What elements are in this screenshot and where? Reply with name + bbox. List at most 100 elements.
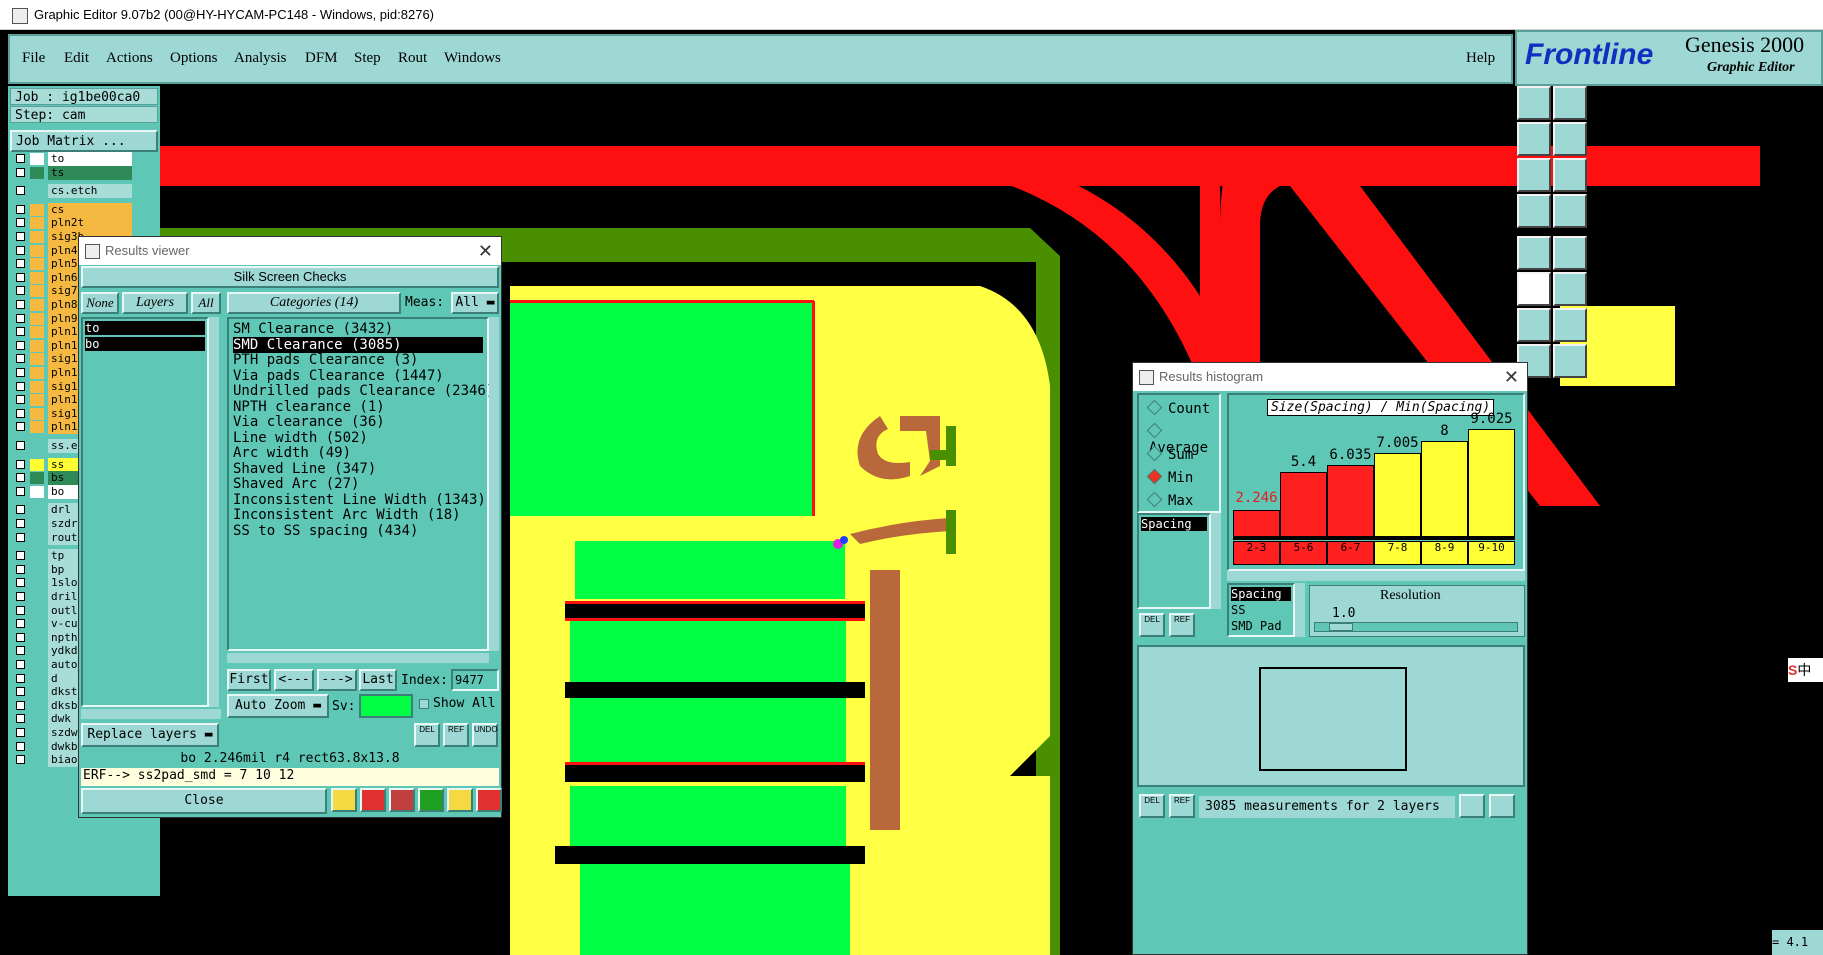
footer-ref-button[interactable]: REF (1169, 794, 1195, 818)
radio-count[interactable]: Count (1146, 399, 1210, 417)
menu-actions[interactable]: Actions (106, 50, 153, 67)
meas-dropdown[interactable]: All ▬ (451, 292, 499, 314)
measure-item-spacing[interactable]: Spacing (1141, 517, 1207, 531)
toolbar-icon-5[interactable] (447, 788, 473, 812)
tool-select-icon[interactable] (1517, 86, 1551, 120)
layer-checkbox[interactable] (16, 551, 25, 561)
toolbar-icon-1[interactable] (331, 788, 357, 812)
tool-extra6-icon[interactable] (1553, 272, 1587, 306)
radio-sum[interactable]: Sum (1146, 445, 1193, 463)
category-item[interactable]: Shaved Line (347) (233, 461, 376, 477)
none-button[interactable]: None (81, 292, 119, 314)
layer-color-swatch[interactable] (30, 153, 44, 165)
tool-extra-icon[interactable] (1553, 86, 1587, 120)
layer-checkbox[interactable] (16, 232, 25, 241)
category-item[interactable]: Inconsistent Arc Width (18) (233, 507, 461, 523)
layer-checkbox[interactable] (16, 245, 25, 255)
layer-row-ts[interactable]: ts (12, 165, 134, 180)
category-item[interactable]: SMD Clearance (3085) (233, 336, 483, 353)
layer-checkbox[interactable] (16, 286, 25, 296)
layer-color-swatch[interactable] (30, 591, 44, 603)
type-scrollbar[interactable] (1295, 583, 1305, 637)
layer-checkbox[interactable] (16, 755, 25, 765)
layer-color-swatch[interactable] (30, 271, 44, 284)
categories-button[interactable]: Categories (14) (227, 292, 401, 314)
chart-scrollbar[interactable] (1227, 571, 1525, 581)
layer-checkbox[interactable] (16, 167, 25, 177)
category-item[interactable]: Shaved Arc (27) (233, 476, 359, 492)
layer-checkbox[interactable] (16, 673, 25, 683)
category-item[interactable]: Arc width (49) (233, 445, 351, 461)
layer-checkbox[interactable] (16, 532, 25, 542)
radio-min[interactable]: Min (1146, 468, 1193, 486)
layer-color-swatch[interactable] (30, 339, 44, 352)
radio-max[interactable]: Max (1146, 491, 1193, 509)
layer-checkbox[interactable] (16, 728, 25, 737)
layer-checkbox[interactable] (16, 186, 25, 196)
layer-color-swatch[interactable] (30, 563, 44, 576)
layer-color-swatch[interactable] (30, 299, 44, 311)
layer-color-swatch[interactable] (30, 659, 44, 671)
type-item-smd[interactable]: SMD Pad (1231, 619, 1282, 633)
category-item[interactable]: SS to SS spacing (434) (233, 523, 418, 539)
layer-checkbox[interactable] (16, 300, 25, 309)
del-button[interactable]: DEL (414, 723, 440, 747)
all-button[interactable]: All (191, 292, 221, 314)
layer-color-swatch[interactable] (30, 472, 44, 485)
ref-button[interactable]: REF (443, 723, 469, 747)
layer-checkbox[interactable] (16, 204, 25, 214)
type-item-ss[interactable]: SS (1231, 603, 1245, 617)
layer-checkbox[interactable] (16, 327, 25, 337)
layer-checkbox[interactable] (16, 660, 25, 669)
layer-color-swatch[interactable] (30, 550, 44, 563)
show-all-checkbox[interactable] (419, 699, 429, 709)
menu-help[interactable]: Help (1466, 50, 1495, 67)
footer-del-button[interactable]: DEL (1139, 794, 1165, 818)
auto-zoom-dropdown[interactable]: Auto Zoom ▬ (227, 694, 329, 718)
category-item[interactable]: Line width (502) (233, 430, 368, 446)
layer-checkbox[interactable] (16, 441, 25, 450)
layer-color-swatch[interactable] (30, 686, 44, 699)
hist-del-button[interactable]: DEL (1139, 613, 1165, 637)
type-item-spacing[interactable]: Spacing (1231, 587, 1291, 601)
category-item[interactable]: NPTH clearance (1) (233, 399, 385, 415)
index-input[interactable]: 9477 (451, 669, 499, 691)
histogram-bar[interactable] (1280, 472, 1327, 537)
resolution-slider[interactable] (1314, 622, 1518, 632)
toolbar-icon-3[interactable] (389, 788, 415, 812)
category-item[interactable]: PTH pads Clearance (3) (233, 352, 418, 368)
measure-list[interactable]: Spacing (1137, 513, 1211, 609)
layer-color-swatch[interactable] (30, 699, 44, 712)
layer-color-swatch[interactable] (30, 531, 44, 544)
layer-list-box[interactable]: to bo (81, 317, 209, 707)
layer-color-swatch[interactable] (30, 577, 44, 590)
layer-checkbox[interactable] (16, 368, 25, 377)
histogram-icon[interactable] (476, 788, 502, 812)
layer-checkbox[interactable] (16, 714, 25, 724)
layer-color-swatch[interactable] (30, 458, 44, 471)
layer-color-swatch[interactable] (30, 727, 44, 739)
tool-extra7-icon[interactable] (1553, 308, 1587, 342)
hist-ref-button[interactable]: REF (1169, 613, 1195, 637)
layer-color-swatch[interactable] (30, 713, 44, 726)
layer-hscrollbar[interactable] (81, 709, 221, 719)
layer-color-swatch[interactable] (30, 217, 44, 230)
layer-checkbox[interactable] (16, 422, 25, 432)
close-icon[interactable]: ✕ (1504, 363, 1519, 391)
footer-icon-2[interactable] (1489, 794, 1515, 818)
tool-frame-icon[interactable] (1517, 236, 1551, 270)
menu-edit[interactable]: Edit (64, 50, 89, 67)
categories-scrollbar[interactable] (489, 317, 499, 651)
toolbar-icon-4[interactable] (418, 788, 444, 812)
tool-extra4-icon[interactable] (1553, 194, 1587, 228)
layer-color-swatch[interactable] (30, 353, 44, 366)
menu-options[interactable]: Options (170, 50, 218, 67)
layer-row-cs.etch[interactable]: cs.etch (12, 184, 134, 199)
category-item[interactable]: Inconsistent Line Width (1343) (233, 492, 486, 508)
layer-checkbox[interactable] (16, 505, 25, 515)
categories-list[interactable]: SM Clearance (3432) SMD Clearance (3085) P… (227, 317, 494, 651)
tool-fit-icon[interactable] (1517, 158, 1551, 192)
menu-step[interactable]: Step (354, 50, 381, 67)
layer-color-swatch[interactable] (30, 394, 44, 407)
job-matrix-button[interactable]: Job Matrix ... (10, 130, 158, 152)
